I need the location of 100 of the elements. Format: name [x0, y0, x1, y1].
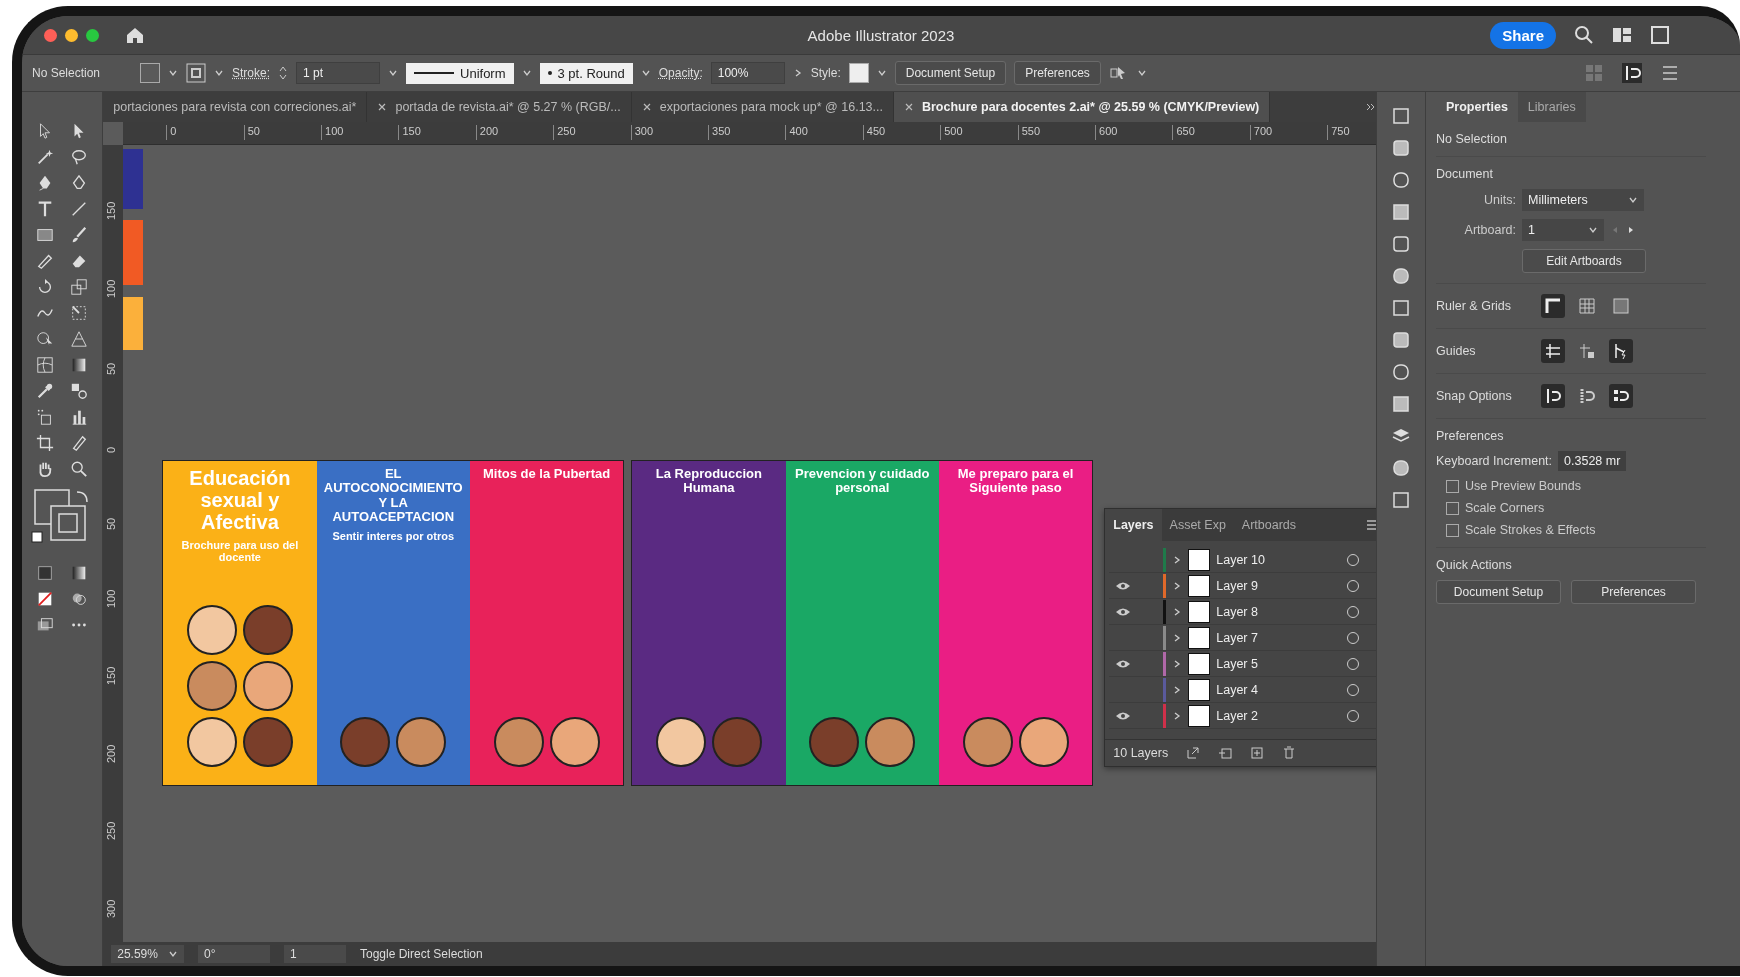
- checkbox[interactable]: [1446, 501, 1459, 515]
- caret-icon[interactable]: [214, 68, 224, 78]
- opacity-field[interactable]: 100%: [710, 62, 785, 84]
- ruler-label: 150: [398, 125, 421, 140]
- none-swatch-icon[interactable]: [36, 590, 55, 608]
- keyboard-increment-field[interactable]: 0.3528 mr: [1558, 451, 1627, 471]
- eye-icon[interactable]: [1115, 710, 1132, 721]
- magic-wand-tool-icon[interactable]: [36, 148, 55, 166]
- rotation-field[interactable]: 0°: [197, 945, 270, 963]
- section-heading: Quick Actions: [1436, 558, 1513, 572]
- panel-menu-icon[interactable]: [1365, 517, 1377, 533]
- spinner-icon[interactable]: [278, 65, 288, 81]
- color-mode-icon[interactable]: [36, 564, 55, 582]
- mesh-tool-icon[interactable]: [36, 356, 55, 374]
- new-layer-icon[interactable]: [1250, 746, 1265, 760]
- panel-tab[interactable]: Layers: [1105, 509, 1162, 541]
- style-swatch[interactable]: [848, 63, 869, 83]
- edit-artboards-button[interactable]: Edit Artboards: [1522, 249, 1646, 273]
- layout-icon[interactable]: [1612, 25, 1632, 45]
- search-icon[interactable]: [1574, 25, 1594, 45]
- eye-icon[interactable]: [1115, 580, 1132, 591]
- units-dropdown[interactable]: Millimeters: [1522, 189, 1644, 211]
- snap-icon[interactable]: [1622, 63, 1642, 83]
- eye-icon[interactable]: [1115, 606, 1132, 617]
- panel-tab[interactable]: Libraries: [1517, 92, 1586, 122]
- panel-tab[interactable]: Artboards: [1233, 509, 1305, 541]
- window-control[interactable]: [44, 28, 57, 42]
- ruler-label: 250: [105, 821, 118, 840]
- lasso-tool-icon[interactable]: [70, 148, 89, 166]
- eyedropper-tool-icon[interactable]: [36, 382, 55, 400]
- ruler-label: 300: [630, 125, 653, 140]
- character-illustration: [186, 717, 237, 767]
- window-title: Adobe Illustrator 2023: [807, 26, 955, 44]
- window-control[interactable]: [65, 28, 78, 42]
- caret-icon[interactable]: [1628, 195, 1638, 205]
- caret-icon[interactable]: [640, 68, 651, 78]
- paintbrush-tool-icon[interactable]: [70, 226, 89, 244]
- caret-icon[interactable]: [168, 68, 178, 78]
- snap-grid-icon[interactable]: [1578, 387, 1596, 405]
- free-transform-tool-icon[interactable]: [70, 304, 89, 322]
- slice-tool-icon[interactable]: [70, 434, 89, 452]
- artboard-navigation-field[interactable]: 1: [283, 945, 346, 963]
- column-graph-tool-icon[interactable]: [70, 408, 89, 426]
- stroke-weight-field[interactable]: 1 pt: [296, 62, 380, 84]
- share-button[interactable]: Share: [1490, 21, 1556, 49]
- caret-icon[interactable]: [167, 949, 178, 959]
- guides-icon[interactable]: [1544, 342, 1562, 360]
- toolbar-button[interactable]: Preferences: [1014, 61, 1101, 85]
- brush-dropdown[interactable]: 3 pt. Round: [539, 62, 633, 84]
- close-icon[interactable]: [903, 102, 914, 112]
- character-illustration: [186, 605, 237, 655]
- quick-action-button[interactable]: Preferences: [1571, 580, 1696, 604]
- stroke-swatch-icon[interactable]: [186, 63, 206, 83]
- caret-icon[interactable]: [1588, 225, 1598, 235]
- panel-title: Prevencion y cuidado personal: [794, 467, 931, 496]
- toolbar-button[interactable]: Document Setup: [894, 61, 1007, 85]
- lock-guides-icon[interactable]: [1578, 342, 1596, 360]
- field-label: Keyboard Increment:: [1436, 454, 1553, 468]
- panel-subtitle: Sentir interes por otros: [332, 530, 455, 543]
- trash-icon[interactable]: [1282, 746, 1297, 760]
- close-icon[interactable]: [641, 102, 652, 112]
- zoom-field[interactable]: 25.59%: [111, 945, 184, 963]
- checkbox[interactable]: [1446, 523, 1459, 537]
- panel-icon[interactable]: [1650, 25, 1670, 45]
- character-illustration: [186, 661, 237, 711]
- field-label: Artboard:: [1463, 223, 1516, 237]
- layer-thumbnail: [1188, 652, 1211, 675]
- close-icon[interactable]: [377, 102, 388, 112]
- stroke-profile-dropdown[interactable]: Uniform: [406, 62, 514, 84]
- list-icon[interactable]: [1660, 63, 1680, 83]
- scale-tool-icon[interactable]: [70, 278, 89, 296]
- home-icon[interactable]: [125, 25, 145, 45]
- perspective-grid-tool-icon[interactable]: [70, 330, 89, 348]
- checkbox[interactable]: [1446, 479, 1459, 493]
- overflow-icon[interactable]: [1366, 102, 1377, 112]
- fill-swatch[interactable]: [140, 63, 160, 83]
- layer-thumbnail: [1188, 600, 1211, 623]
- window-control[interactable]: [86, 28, 99, 42]
- eye-icon[interactable]: [1115, 658, 1132, 669]
- grid-icon[interactable]: [1578, 297, 1596, 315]
- style-label: Style:: [810, 66, 841, 80]
- quick-action-button[interactable]: Document Setup: [1436, 580, 1561, 604]
- snap-icon[interactable]: [1544, 387, 1562, 405]
- shaper-tool-icon[interactable]: [36, 252, 55, 270]
- document-tab[interactable]: Brochure para docentes 2.ai* @ 25.59 % (CMYK/Preview): [893, 92, 1271, 122]
- ruler-label: 100: [105, 589, 118, 608]
- caret-icon[interactable]: [876, 68, 887, 78]
- selection-label: No Selection: [1436, 132, 1508, 146]
- new-sublayer-icon[interactable]: [1218, 746, 1233, 760]
- artboard-dropdown[interactable]: 1: [1522, 219, 1604, 241]
- panel-tab[interactable]: Asset Exp: [1161, 509, 1234, 541]
- rectangle-tool-icon[interactable]: [36, 226, 55, 244]
- artboard-tool-icon[interactable]: [36, 434, 55, 452]
- ruler-icon[interactable]: [1544, 297, 1562, 315]
- blend-tool-icon[interactable]: [70, 382, 89, 400]
- caret-icon[interactable]: [388, 68, 398, 78]
- transparency-grid-icon[interactable]: [1612, 297, 1630, 315]
- zoom-tool-icon[interactable]: [70, 460, 89, 478]
- caret-icon[interactable]: [521, 68, 532, 78]
- caret-icon[interactable]: [1136, 68, 1147, 78]
